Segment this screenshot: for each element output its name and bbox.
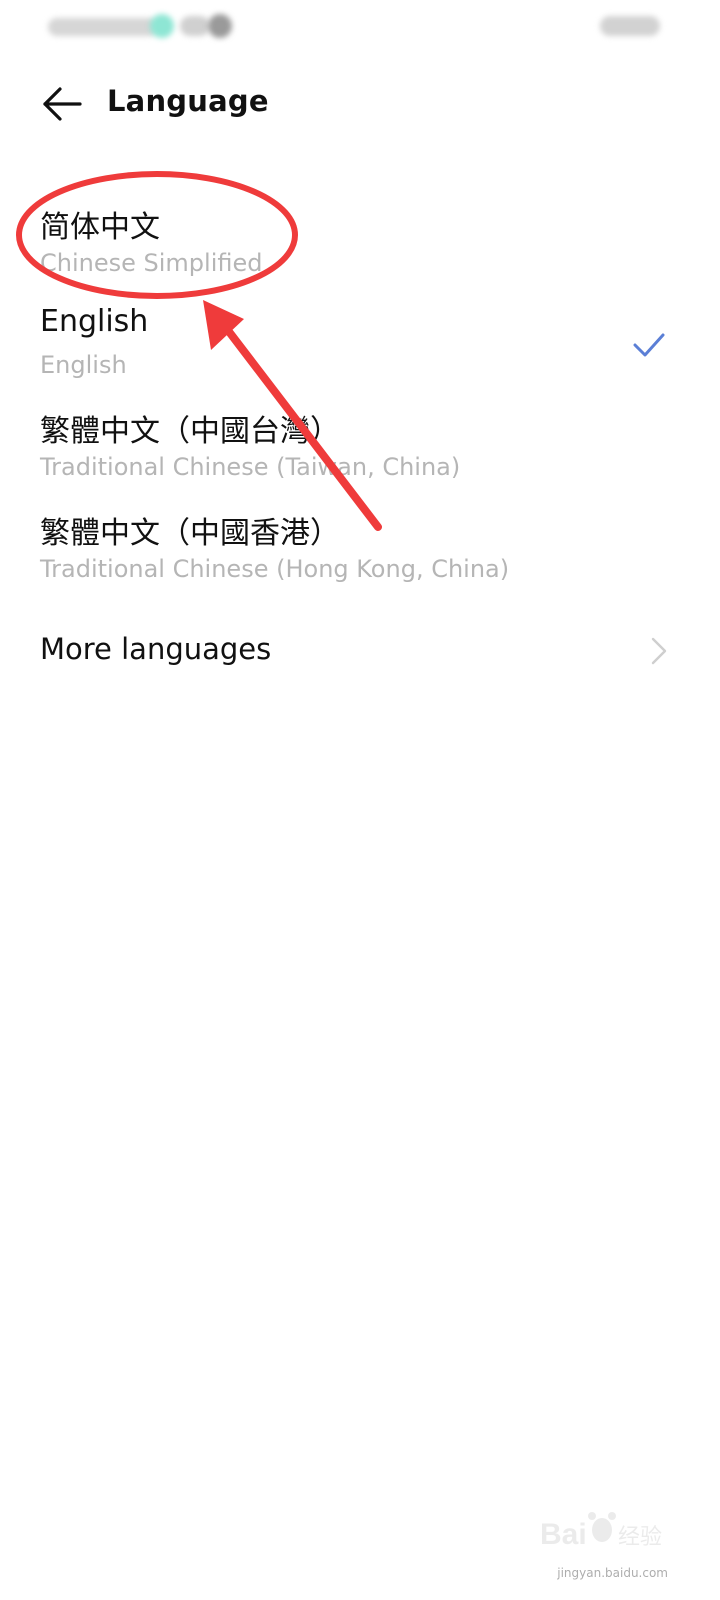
language-native-name: English	[40, 304, 149, 339]
status-battery-blur	[600, 16, 660, 36]
language-list: 简体中文 Chinese Simplified English English …	[0, 196, 720, 604]
language-option-chinese-simplified[interactable]: 简体中文 Chinese Simplified	[0, 196, 720, 298]
page-title: Language	[107, 84, 269, 118]
language-option-traditional-hongkong[interactable]: 繁體中文（中國香港） Traditional Chinese (Hong Kon…	[0, 502, 720, 604]
status-icon-blur	[208, 14, 232, 38]
checkmark-icon	[633, 333, 665, 357]
more-languages-row[interactable]: More languages	[0, 616, 720, 686]
watermark-logo: Bai 经验	[540, 1512, 662, 1551]
back-arrow-icon	[43, 87, 82, 121]
app-header: Language	[0, 64, 720, 144]
language-option-traditional-taiwan[interactable]: 繁體中文（中國台灣） Traditional Chinese (Taiwan, …	[0, 400, 720, 502]
status-icon-blur	[150, 14, 174, 38]
back-button[interactable]	[36, 82, 90, 126]
status-bar	[0, 0, 720, 56]
language-english-name: English	[40, 351, 127, 379]
language-english-name: Chinese Simplified	[40, 249, 263, 277]
watermark-url: jingyan.baidu.com	[557, 1566, 668, 1580]
language-native-name: 繁體中文（中國香港）	[40, 516, 340, 551]
language-english-name: Traditional Chinese (Taiwan, China)	[40, 453, 461, 481]
language-option-english[interactable]: English English	[0, 298, 720, 400]
more-languages-label: More languages	[40, 632, 272, 666]
language-native-name: 简体中文	[40, 210, 160, 245]
language-english-name: Traditional Chinese (Hong Kong, China)	[40, 555, 510, 583]
chevron-right-icon	[651, 637, 667, 665]
language-native-name: 繁體中文（中國台灣）	[40, 414, 340, 449]
svg-text:Bai: Bai	[540, 1518, 587, 1551]
status-time-blur	[48, 18, 158, 36]
status-icon-blur	[180, 16, 210, 36]
svg-text:经验: 经验	[618, 1525, 662, 1550]
